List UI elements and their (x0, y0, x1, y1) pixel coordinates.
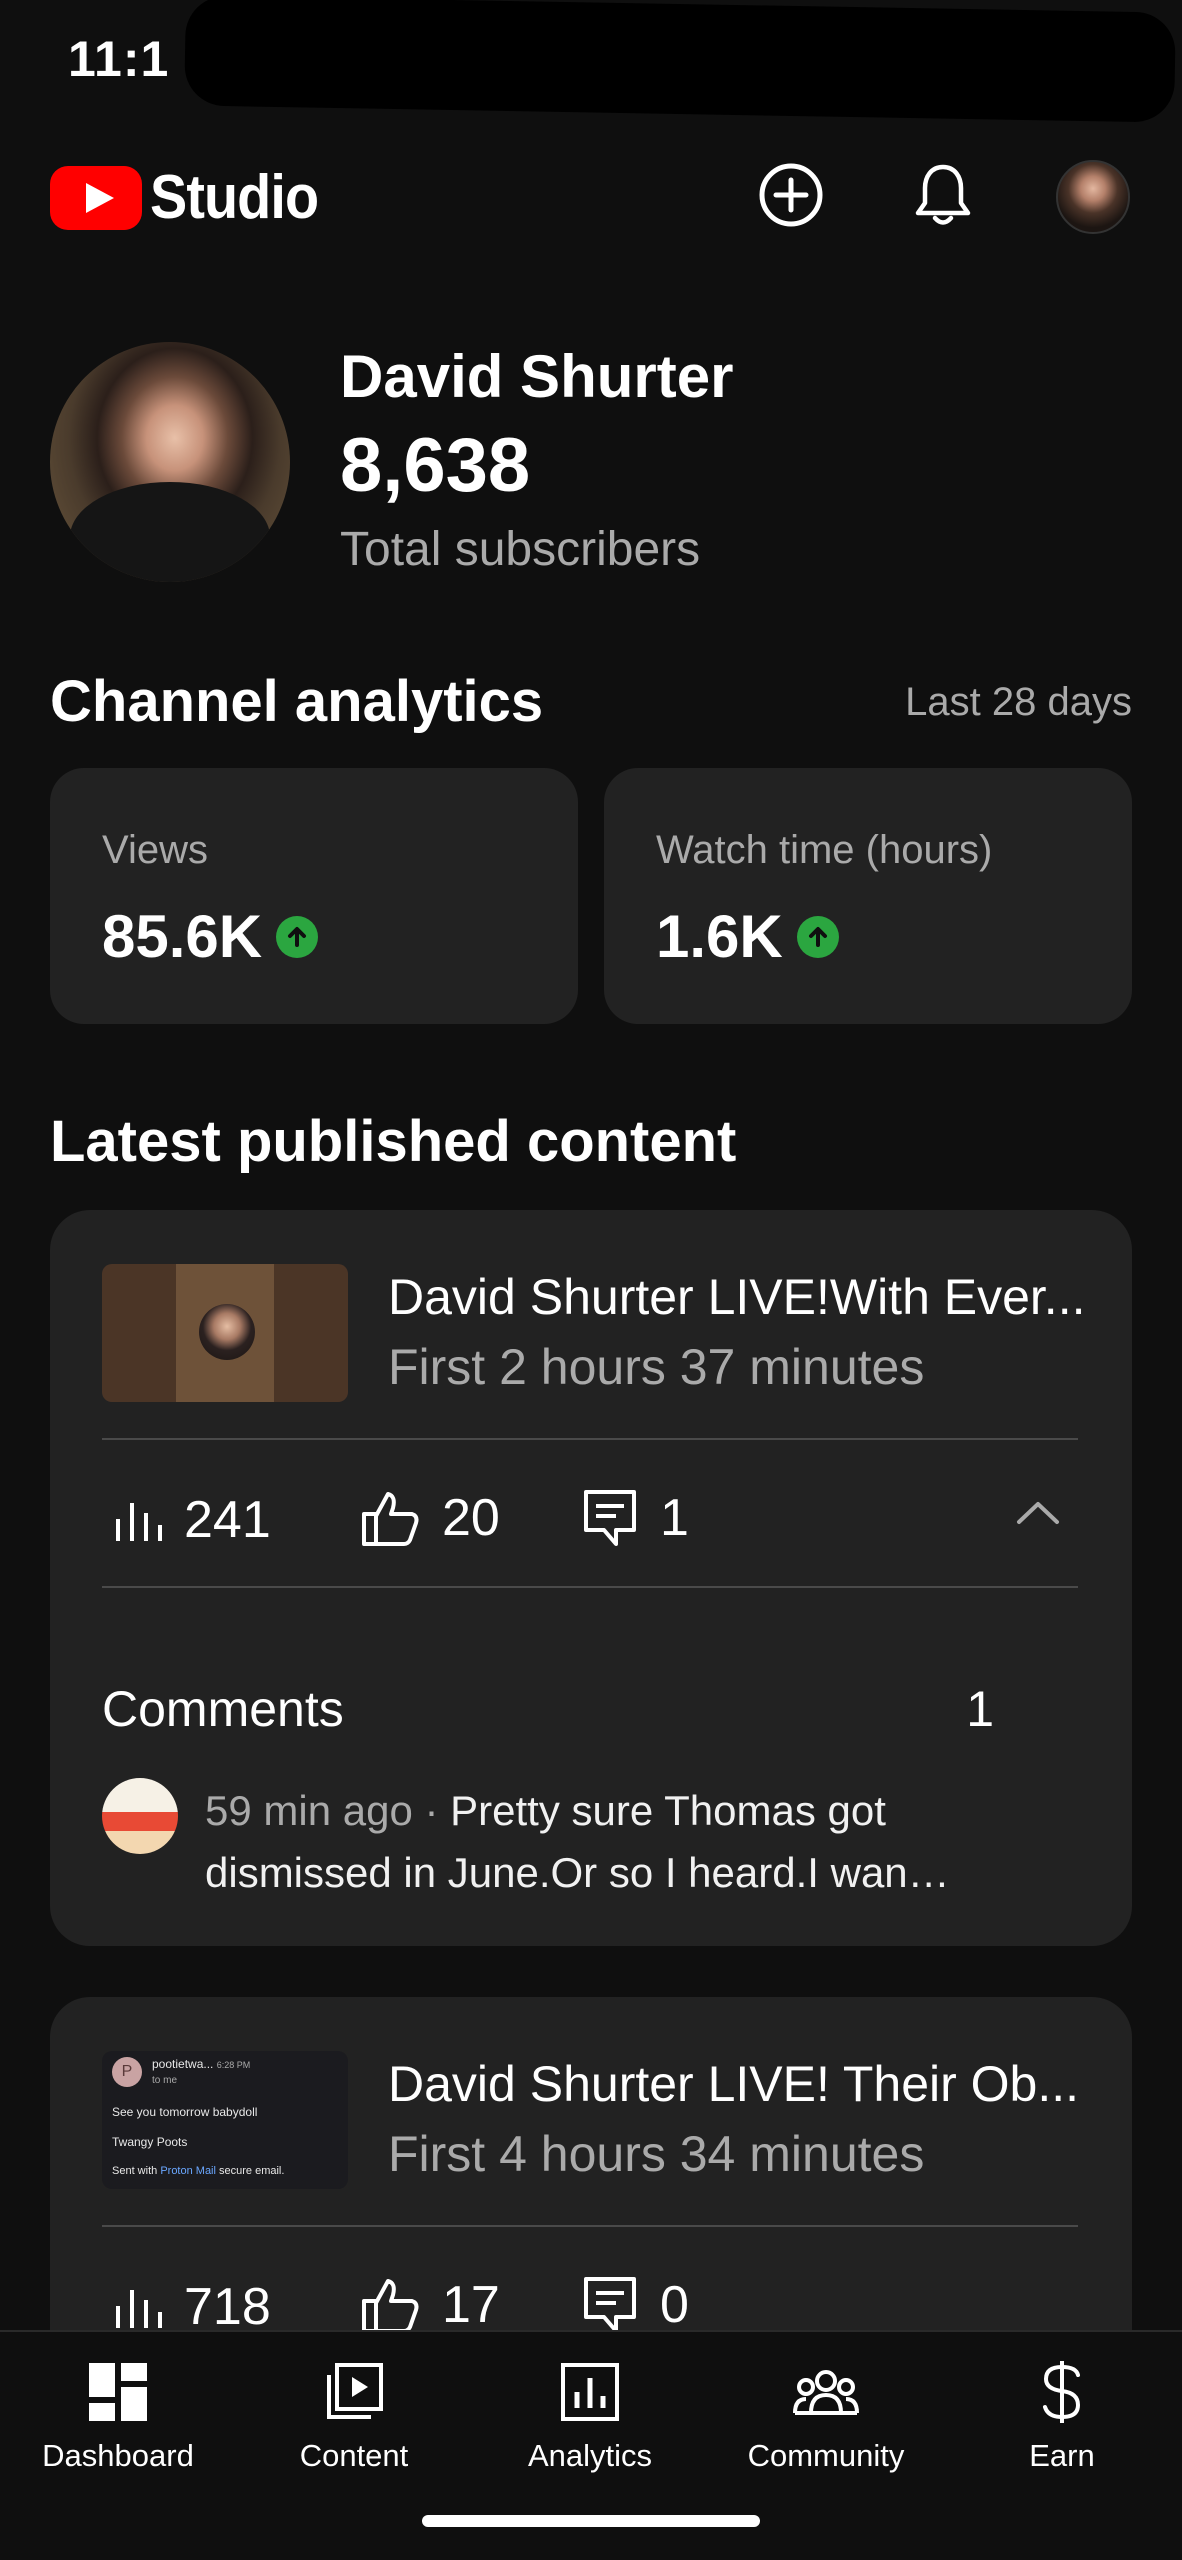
views-count: 241 (184, 1491, 271, 1549)
comments-total: 1 (966, 1681, 994, 1737)
top-app-bar: Studio (0, 150, 1182, 240)
watch-time-card[interactable]: Watch time (hours) 1.6K (604, 768, 1132, 1024)
nav-label: Dashboard (42, 2438, 194, 2473)
logo-text: Studio (150, 163, 319, 232)
studio-logo[interactable]: Studio (50, 162, 337, 233)
collapse-button[interactable] (1015, 1498, 1061, 1533)
likes-count: 20 (442, 1489, 500, 1547)
comment-icon (584, 2277, 636, 2333)
account-avatar[interactable] (1056, 160, 1130, 234)
comment-line: Pretty sure Thomas got (450, 1787, 886, 1834)
thumbnail-line: See you tomorrow babydoll (112, 2105, 258, 2119)
thumbnail-line: Twangy Poots (112, 2135, 188, 2149)
comment-icon (584, 1490, 636, 1546)
thumbnail-sender: pootietwa... 6:28 PM (152, 2057, 251, 2071)
comments-count: 1 (660, 1489, 689, 1547)
redaction-mark (330, 22, 970, 82)
analytics-icon (561, 2363, 619, 2421)
thumbs-up-icon (362, 2279, 419, 2333)
metric-label: Views (102, 828, 208, 872)
likes-count: 17 (442, 2276, 500, 2334)
metric-label: Watch time (hours) (656, 828, 993, 872)
metric-value: 85.6K (102, 903, 263, 970)
home-indicator[interactable] (422, 2515, 760, 2527)
comments-heading: Comments (102, 1681, 344, 1737)
comments-stat: 1 (582, 1488, 689, 1548)
views-stat: 241 (112, 1490, 271, 1550)
bar-chart-icon (116, 2290, 162, 2328)
views-card[interactable]: Views 85.6K (50, 768, 578, 1024)
video-title[interactable]: David Shurter LIVE!With Ever... (388, 1268, 1088, 1326)
latest-content-heading: Latest published content (50, 1109, 737, 1174)
video-thumbnail[interactable]: P pootietwa... 6:28 PM to me See you tom… (102, 2051, 348, 2189)
nav-earn[interactable]: Earn (944, 2352, 1180, 2474)
community-icon (793, 2370, 859, 2415)
video-title[interactable]: David Shurter LIVE! Their Ob... (388, 2055, 1088, 2113)
views-stat: 718 (112, 2277, 271, 2337)
nav-dashboard[interactable]: Dashboard (0, 2352, 236, 2474)
views-count: 718 (184, 2278, 271, 2336)
analytics-heading: Channel analytics (50, 669, 544, 734)
youtube-play-icon (50, 165, 142, 230)
content-icon (327, 2363, 383, 2419)
create-icon (759, 163, 823, 227)
thumbnail-to: to me (152, 2075, 178, 2086)
subscriber-label: Total subscribers (340, 523, 701, 576)
analytics-range: Last 28 days (905, 680, 1132, 724)
channel-name: David Shurter (340, 343, 734, 410)
dashboard-icon (89, 2363, 147, 2421)
video-period: First 4 hours 34 minutes (388, 2126, 925, 2182)
likes-stat: 17 (360, 2275, 500, 2335)
nav-label: Community (747, 2438, 905, 2473)
status-time: 11:1 (68, 31, 170, 87)
thumbnail-line: Sent with Proton Mail secure email. (112, 2165, 285, 2177)
comment-line: dismissed in June.Or so I heard.I wanna … (205, 1849, 955, 1896)
nav-community[interactable]: Community (708, 2352, 944, 2474)
divider (102, 1586, 1078, 1588)
nav-label: Analytics (527, 2438, 653, 2473)
notifications-bell-icon (915, 164, 971, 225)
divider (102, 2225, 1078, 2227)
comment-meta: 59 min ago · (205, 1787, 451, 1834)
nav-label: Earn (1029, 2438, 1095, 2473)
comment-preview[interactable]: 59 min ago · Pretty sure Thomas got dism… (205, 1780, 1105, 1904)
channel-profile: David Shurter 8,638 Total subscribers (0, 330, 1182, 590)
likes-stat: 20 (360, 1488, 500, 1548)
create-button[interactable] (756, 160, 826, 230)
thumbs-up-icon (362, 1492, 419, 1546)
nav-content[interactable]: Content (236, 2352, 472, 2474)
subscriber-count: 8,638 (340, 423, 531, 508)
status-bar: 11:1 (0, 0, 1182, 123)
earn-icon (1043, 2361, 1081, 2423)
divider (102, 1438, 1078, 1440)
comments-count: 0 (660, 2276, 689, 2334)
trend-up-icon (796, 915, 839, 958)
comments-stat: 0 (582, 2275, 689, 2335)
channel-avatar[interactable] (50, 342, 290, 582)
notifications-button[interactable] (908, 160, 978, 230)
video-thumbnail[interactable] (102, 1264, 348, 1402)
thumbnail-avatar: P (112, 2057, 142, 2087)
chevron-up-icon (1017, 1502, 1059, 1524)
video-period: First 2 hours 37 minutes (388, 1339, 925, 1395)
nav-analytics[interactable]: Analytics (472, 2352, 708, 2474)
content-card[interactable]: David Shurter LIVE!With Ever... First 2 … (50, 1210, 1132, 1946)
metric-value: 1.6K (656, 903, 783, 970)
bar-chart-icon (116, 1503, 162, 1541)
nav-label: Content (299, 2438, 409, 2473)
trend-up-icon (276, 915, 319, 958)
